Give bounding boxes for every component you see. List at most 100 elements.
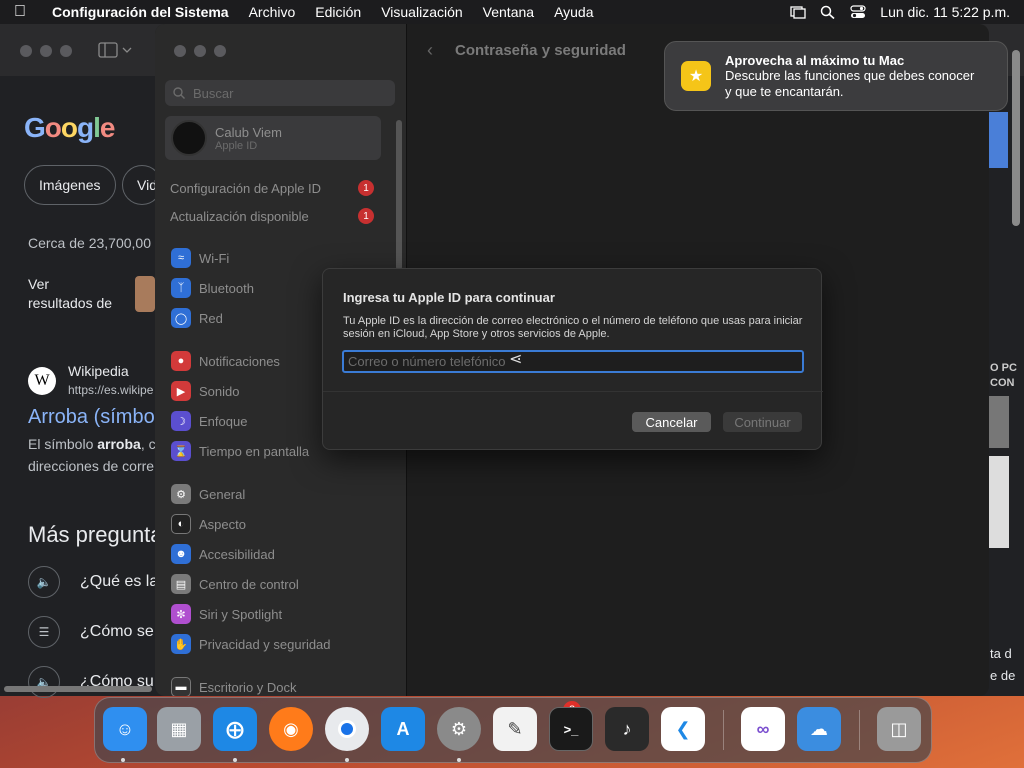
right-edge-image-2[interactable] xyxy=(989,456,1009,548)
back-chevron-icon[interactable]: ‹ xyxy=(427,40,433,61)
wifi-icon: ≈ xyxy=(171,248,191,268)
speaker-icon[interactable]: 🔈 xyxy=(28,566,60,598)
sidebar-item-general[interactable]: ⚙ General xyxy=(171,483,245,505)
textedit-icon[interactable]: ✎ xyxy=(493,707,537,751)
sidebar-item-escritorio-dock[interactable]: ▬ Escritorio y Dock xyxy=(171,676,297,696)
chrome-icon[interactable] xyxy=(325,707,369,751)
right-edge-image-1[interactable] xyxy=(989,396,1009,448)
chrome-vertical-scrollbar[interactable] xyxy=(1012,50,1020,226)
snippet-suffix: , c xyxy=(140,436,156,452)
result-title-link[interactable]: Arroba (símbo xyxy=(28,406,155,429)
running-indicator xyxy=(457,758,461,762)
accessibility-icon: ☻ xyxy=(171,544,191,564)
speaker-icon: ▶ xyxy=(171,381,191,401)
sidebar-item-tiempo-en-pantalla[interactable]: ⌛ Tiempo en pantalla xyxy=(171,440,309,462)
apple-id-account[interactable]: Calub Viem Apple ID xyxy=(165,116,381,160)
wiki-source-name: Wikipedia xyxy=(68,363,129,379)
safari-icon[interactable]: ⨁ xyxy=(213,707,257,751)
bell-icon: ● xyxy=(171,351,191,371)
apple-id-dialog: Ingresa tu Apple ID para continuar Tu Ap… xyxy=(322,268,823,450)
chrome-close-button[interactable] xyxy=(20,45,32,57)
hand-icon: ✋ xyxy=(171,634,191,654)
menu-app-name[interactable]: Configuración del Sistema xyxy=(40,4,239,20)
control-center-icon[interactable] xyxy=(850,5,866,19)
chrome-minimize-button[interactable] xyxy=(40,45,52,57)
notification-body-line1: Descubre las funciones que debes conocer xyxy=(725,67,975,83)
siri-icon: ✼ xyxy=(171,604,191,624)
notification-banner[interactable]: ★ Aprovecha al máximo tu Mac Descubre la… xyxy=(664,41,1008,111)
spotlight-search-icon[interactable] xyxy=(820,5,836,19)
faq-question-1[interactable]: ¿Qué es la xyxy=(80,573,158,591)
settings-close-button[interactable] xyxy=(174,45,186,57)
speaker-icon[interactable]: 🔈 xyxy=(28,666,60,698)
terminal-icon[interactable]: >_ xyxy=(549,707,593,751)
apple-icon[interactable]:  xyxy=(0,3,40,21)
screen-mirror-icon[interactable] xyxy=(790,5,806,19)
sidebar-item-siri-spotlight[interactable]: ✼ Siri y Spotlight xyxy=(171,603,282,625)
sidebar-item-red[interactable]: ◯ Red xyxy=(171,307,223,329)
dialog-divider xyxy=(323,391,823,392)
tab-imagenes[interactable]: Imágenes xyxy=(24,165,116,205)
sidebar-item-label: Privacidad y seguridad xyxy=(199,636,331,652)
garageband-icon[interactable]: ♪ xyxy=(605,707,649,751)
weather-icon[interactable]: ☁ xyxy=(797,707,841,751)
menu-clock[interactable]: Lun dic. 11 5:22 p.m. xyxy=(880,4,1010,20)
dock: ☺ ▦ ⨁ ◉ A ⚙ 2 ✎ >_ ♪ ❮ ∞ ☁ ◫ xyxy=(94,697,932,763)
cancel-button[interactable]: Cancelar xyxy=(632,412,711,432)
sidebar-item-sonido[interactable]: ▶ Sonido xyxy=(171,380,239,402)
apple-id-input[interactable] xyxy=(342,350,804,373)
settings-zoom-button[interactable] xyxy=(214,45,226,57)
sidebar-item-accesibilidad[interactable]: ☻ Accesibilidad xyxy=(171,543,275,565)
sidebar-item-wifi[interactable]: ≈ Wi-Fi xyxy=(171,247,229,269)
finder-icon[interactable]: ☺ xyxy=(103,707,147,751)
pane-title: Contraseña y seguridad xyxy=(455,42,626,59)
list-icon[interactable]: ☰ xyxy=(28,616,60,648)
apple-id-config-link[interactable]: Configuración de Apple ID xyxy=(170,181,321,196)
result-thumbnail[interactable] xyxy=(135,276,155,312)
running-indicator xyxy=(345,758,349,762)
dock-icon: ▬ xyxy=(171,677,191,696)
sidebar-item-centro-de-control[interactable]: ▤ Centro de control xyxy=(171,573,299,595)
sidebar-item-bluetooth[interactable]: ᛉ Bluetooth xyxy=(171,277,254,299)
sidebar-item-aspecto[interactable]: ◐ Aspecto xyxy=(171,513,246,535)
sidebar-scrollbar[interactable] xyxy=(396,120,402,270)
menu-ayuda[interactable]: Ayuda xyxy=(544,4,603,20)
sidebar-toggle-icon[interactable] xyxy=(98,42,132,58)
vscode-icon[interactable]: ❮ xyxy=(661,707,705,751)
system-settings-icon[interactable]: ⚙ xyxy=(437,707,481,751)
chrome-horizontal-scrollbar[interactable] xyxy=(4,686,152,692)
appearance-icon: ◐ xyxy=(171,514,191,534)
result-snippet-line1: El símbolo arroba, c xyxy=(28,436,156,452)
sidebar-item-privacidad-seguridad[interactable]: ✋ Privacidad y seguridad xyxy=(171,633,331,655)
result-count: Cerca de 23,700,00 xyxy=(28,235,151,251)
update-available-link[interactable]: Actualización disponible xyxy=(170,209,309,224)
google-logo[interactable]: Google xyxy=(24,112,115,144)
app-store-icon[interactable]: A xyxy=(381,707,425,751)
launchpad-icon[interactable]: ▦ xyxy=(157,707,201,751)
sidebar-item-label: Red xyxy=(199,310,223,326)
settings-minimize-button[interactable] xyxy=(194,45,206,57)
text-cursor-icon: ⋖ xyxy=(509,351,523,368)
visual-studio-icon[interactable]: ∞ xyxy=(741,707,785,751)
wiki-source-url[interactable]: https://es.wikipe xyxy=(68,383,153,397)
sidebar-item-enfoque[interactable]: ☽ Enfoque xyxy=(171,410,247,432)
chrome-zoom-button[interactable] xyxy=(60,45,72,57)
running-indicator xyxy=(233,758,237,762)
dialog-title: Ingresa tu Apple ID para continuar xyxy=(343,290,555,305)
account-name: Calub Viem xyxy=(215,124,282,140)
menu-archivo[interactable]: Archivo xyxy=(239,4,306,20)
chrome-right-thumbnail[interactable] xyxy=(988,112,1008,168)
firefox-icon[interactable]: ◉ xyxy=(269,707,313,751)
trash-icon[interactable]: ◫ xyxy=(877,707,921,751)
sidebar-item-label: Accesibilidad xyxy=(199,546,275,562)
menu-ventana[interactable]: Ventana xyxy=(473,4,544,20)
sidebar-item-label: General xyxy=(199,486,246,502)
faq-question-2[interactable]: ¿Cómo se xyxy=(80,623,154,641)
menu-edicion[interactable]: Edición xyxy=(305,4,371,20)
menu-visualizacion[interactable]: Visualización xyxy=(371,4,472,20)
right-edge-bottom-1: ta d xyxy=(990,646,1012,661)
continue-button[interactable]: Continuar xyxy=(723,412,802,432)
settings-search-field[interactable]: Buscar xyxy=(165,80,395,106)
sidebar-item-notificaciones[interactable]: ● Notificaciones xyxy=(171,350,280,372)
snippet-prefix: El símbolo xyxy=(28,436,98,452)
